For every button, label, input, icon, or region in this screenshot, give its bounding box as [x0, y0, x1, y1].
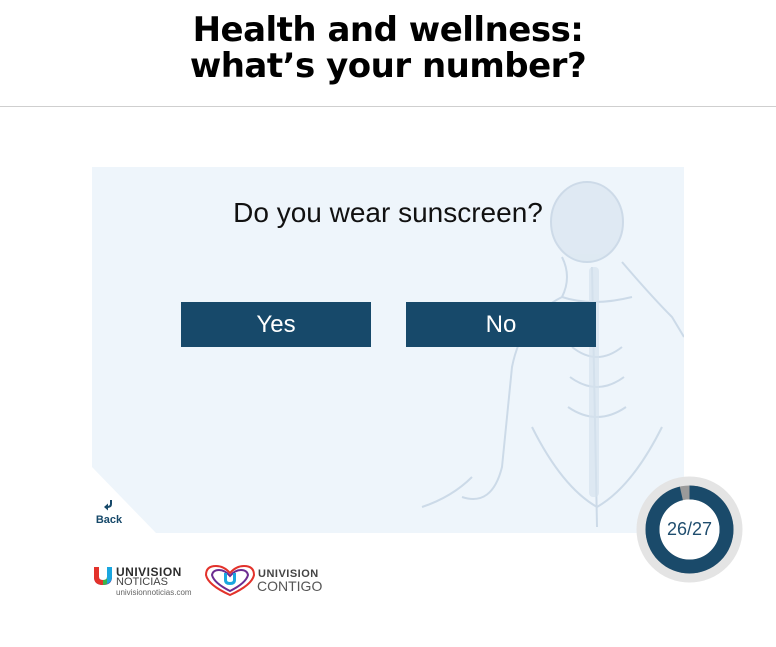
- page-title-line-2: what’s your number?: [189, 46, 587, 86]
- contigo-name-text: CONTIGO: [257, 578, 323, 594]
- univision-contigo-logo: UNIVISION CONTIGO: [202, 563, 326, 599]
- back-button[interactable]: Back: [92, 498, 126, 534]
- question-text: Do you wear sunscreen?: [233, 197, 543, 228]
- progress-indicator: 26/27: [636, 476, 743, 583]
- logo-noticias-text: NOTICIAS: [116, 576, 168, 588]
- back-label: Back: [95, 514, 123, 526]
- progress-count: 26/27: [666, 519, 713, 539]
- back-arrow-icon: [104, 500, 112, 511]
- univision-logo-mark: [94, 567, 112, 585]
- contigo-heart-icon: [204, 564, 256, 597]
- header: Health and wellness: what’s your number?: [0, 0, 776, 107]
- page-title: Health and wellness: what’s your number?: [0, 12, 776, 84]
- univision-noticias-logo: UNIVISION NOTICIAS univisionnoticias.com: [92, 563, 198, 599]
- quiz-panel: Do you wear sunscreen? Yes No: [92, 167, 684, 533]
- answer-yes-button[interactable]: Yes: [181, 302, 371, 347]
- page-title-line-1: Health and wellness:: [192, 10, 584, 50]
- answer-no-button[interactable]: No: [406, 302, 596, 347]
- logo-url-text: univisionnoticias.com: [116, 588, 192, 597]
